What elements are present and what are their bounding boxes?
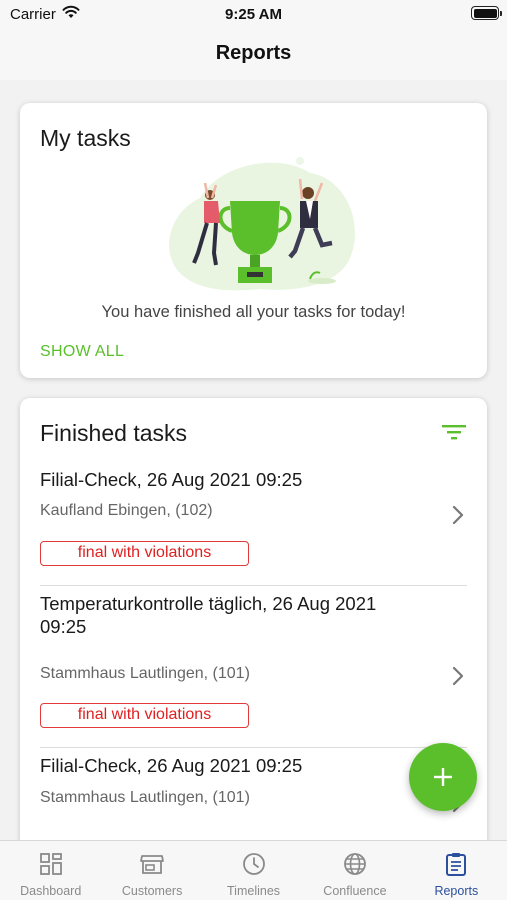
- chevron-right-icon: [452, 505, 464, 525]
- task-location: Kaufland Ebingen, (102): [40, 502, 213, 519]
- page-title: Reports: [215, 42, 292, 64]
- tab-label: Timelines: [227, 884, 281, 898]
- task-title: Filial-Check, 26 Aug 2021 09:25: [40, 755, 303, 776]
- tab-confluence[interactable]: Confluence: [304, 841, 405, 900]
- clock-time: 9:25 AM: [225, 6, 282, 23]
- battery-icon: [471, 6, 502, 20]
- my-tasks-card: My tasks You have finished all your task…: [20, 103, 487, 378]
- task-title: Temperaturkontrolle täglich, 26 Aug 2021…: [40, 593, 377, 637]
- task-location: Stammhaus Lautlingen, (101): [40, 665, 250, 682]
- store-icon: [140, 855, 165, 874]
- filter-icon[interactable]: [441, 422, 467, 442]
- tab-dashboard[interactable]: Dashboard: [0, 841, 101, 900]
- trophy-celebration-illustration: [169, 157, 356, 291]
- tab-bar: Dashboard Customers Timelines Confluence…: [0, 840, 507, 900]
- dashboard-icon: [39, 853, 62, 875]
- empty-state-message: You have finished all your tasks for tod…: [101, 303, 406, 321]
- task-list-item[interactable]: Filial-Check, 26 Aug 2021 09:25 Kaufland…: [40, 462, 467, 586]
- finished-tasks-title: Finished tasks: [40, 420, 188, 446]
- globe-icon: [344, 853, 366, 875]
- tab-label: Dashboard: [20, 884, 82, 898]
- task-list-item[interactable]: Temperaturkontrolle täglich, 26 Aug 2021…: [40, 586, 467, 748]
- task-title: Filial-Check, 26 Aug 2021 09:25: [40, 469, 303, 490]
- clock-icon: [242, 853, 265, 875]
- status-badge: final with violations: [40, 703, 249, 728]
- tab-timelines[interactable]: Timelines: [203, 841, 304, 900]
- tab-customers[interactable]: Customers: [101, 841, 202, 900]
- tab-label: Customers: [121, 884, 183, 898]
- status-badge: final with violations: [40, 541, 249, 566]
- status-bar: Carrier 9:25 AM: [0, 0, 507, 30]
- chevron-right-icon: [452, 666, 464, 686]
- clipboard-icon: [446, 853, 467, 876]
- my-tasks-title: My tasks: [40, 125, 131, 151]
- show-all-link[interactable]: SHOW ALL: [40, 343, 124, 361]
- tab-reports[interactable]: Reports: [406, 841, 507, 900]
- tab-label: Confluence: [323, 884, 387, 898]
- tab-label: Reports: [434, 884, 479, 898]
- add-task-button[interactable]: [409, 743, 477, 811]
- task-location: Stammhaus Lautlingen, (101): [40, 789, 250, 806]
- plus-icon: [434, 768, 452, 786]
- navigation-bar: Reports: [0, 30, 507, 80]
